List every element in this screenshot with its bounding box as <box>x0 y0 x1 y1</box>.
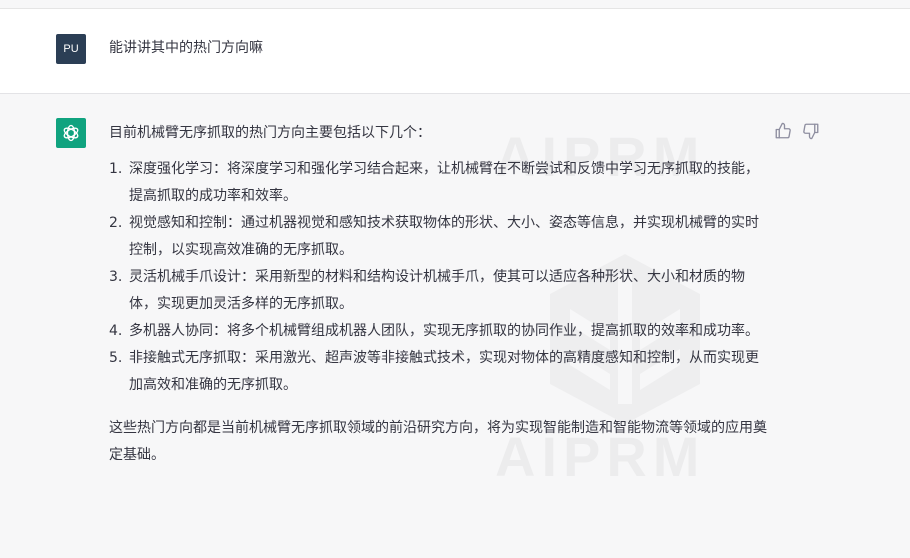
list-item-number: 1. <box>109 161 123 177</box>
hot-directions-list: 1. 深度强化学习：将深度学习和强化学习结合起来，让机械臂在不断尝试和反馈中学习… <box>109 156 769 399</box>
feedback-buttons <box>774 122 820 140</box>
assistant-message-content: 目前机械臂无序抓取的热门方向主要包括以下几个： 1. 深度强化学习：将深度学习和… <box>109 120 769 469</box>
list-item: 1. 深度强化学习：将深度学习和强化学习结合起来，让机械臂在不断尝试和反馈中学习… <box>109 156 769 210</box>
list-item: 4. 多机器人协同：将多个机械臂组成机器人团队，实现无序抓取的协同作业，提高抓取… <box>109 318 769 345</box>
assistant-outro: 这些热门方向都是当前机械臂无序抓取领域的前沿研究方向，将为实现智能制造和智能物流… <box>109 420 767 463</box>
list-item-text: 深度强化学习：将深度学习和强化学习结合起来，让机械臂在不断尝试和反馈中学习无序抓… <box>129 161 759 204</box>
thumbs-up-icon[interactable] <box>774 122 792 140</box>
list-item-text: 非接触式无序抓取：采用激光、超声波等非接触式技术，实现对物体的高精度感知和控制，… <box>129 350 759 393</box>
list-item: 2. 视觉感知和控制：通过机器视觉和感知技术获取物体的形状、大小、姿态等信息，并… <box>109 210 769 264</box>
list-item-number: 3. <box>109 269 123 285</box>
list-item-text: 灵活机械手爪设计：采用新型的材料和结构设计机械手爪，使其可以适应各种形状、大小和… <box>129 269 745 312</box>
assistant-avatar <box>56 118 86 148</box>
chat-page: PU 能讲讲其中的热门方向嘛 AIPRM AIPRM <box>0 0 910 558</box>
assistant-message-row: AIPRM AIPRM <box>0 94 910 558</box>
list-item: 5. 非接触式无序抓取：采用激光、超声波等非接触式技术，实现对物体的高精度感知和… <box>109 345 769 399</box>
top-divider <box>0 0 910 9</box>
list-item-number: 5. <box>109 350 123 366</box>
list-item: 3. 灵活机械手爪设计：采用新型的材料和结构设计机械手爪，使其可以适应各种形状、… <box>109 264 769 318</box>
user-message-text: 能讲讲其中的热门方向嘛 <box>109 40 263 56</box>
user-avatar: PU <box>56 34 86 64</box>
list-item-number: 4. <box>109 323 123 339</box>
thumbs-down-icon[interactable] <box>802 122 820 140</box>
list-item-text: 视觉感知和控制：通过机器视觉和感知技术获取物体的形状、大小、姿态等信息，并实现机… <box>129 215 759 258</box>
list-item-text: 多机器人协同：将多个机械臂组成机器人团队，实现无序抓取的协同作业，提高抓取的效率… <box>129 323 759 339</box>
list-item-number: 2. <box>109 215 123 231</box>
openai-logo-icon <box>63 124 79 142</box>
user-message-row: PU 能讲讲其中的热门方向嘛 <box>0 9 910 94</box>
assistant-intro: 目前机械臂无序抓取的热门方向主要包括以下几个： <box>109 125 431 141</box>
